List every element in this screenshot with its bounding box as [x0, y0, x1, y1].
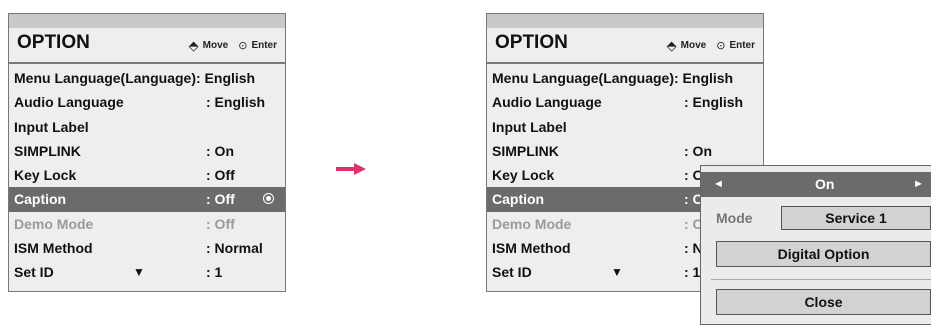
header-bar	[487, 14, 763, 28]
dpad-icon: ⬘	[188, 38, 199, 53]
menu-item-audio-language[interactable]: Audio Language : English	[9, 90, 285, 114]
mode-service-button[interactable]: Service 1	[781, 206, 931, 230]
dpad-icon: ⬘	[666, 38, 677, 53]
menu-item-value: : 1	[684, 264, 701, 281]
menu-item-value: : English	[684, 94, 744, 111]
scroll-down-icon[interactable]: ▼	[611, 266, 623, 278]
caption-popup: ◄ On ► Mode Service 1 Digital Option Clo…	[700, 165, 931, 325]
menu-item-label: Audio Language	[14, 94, 124, 111]
nav-hint: ⬘ Move ⊙ Enter	[667, 39, 755, 52]
menu-item-label: Demo Mode	[492, 215, 572, 232]
menu-item-label: Set ID	[14, 264, 54, 281]
menu-item-value: : On	[206, 142, 234, 159]
menu-item-menu-language[interactable]: Menu Language(Language): English	[9, 66, 285, 90]
menu-item-demo-mode: Demo Mode : Off	[9, 212, 285, 236]
divider	[711, 279, 931, 280]
close-button[interactable]: Close	[716, 289, 931, 315]
enter-icon: ⊙	[238, 40, 248, 52]
right-arrow-icon[interactable]: ►	[913, 172, 924, 197]
menu-item-label: Input Label	[492, 118, 567, 135]
caption-value: On	[815, 176, 835, 192]
menu-item-value: : Off	[206, 191, 235, 208]
hint-enter-label: Enter	[251, 40, 277, 51]
enter-radio-icon	[263, 193, 274, 205]
menu-item-value: : Off	[206, 167, 235, 184]
option-list: Menu Language(Language): English Audio L…	[9, 66, 285, 285]
menu-item-label: Menu Language(Language): English	[14, 70, 256, 86]
caption-value-selector[interactable]: ◄ On ►	[701, 172, 931, 197]
nav-hint: ⬘ Move ⊙ Enter	[189, 39, 277, 52]
menu-item-label: ISM Method	[492, 240, 571, 257]
option-menu-left: OPTION ⬘ Move ⊙ Enter Menu Language(Lang…	[8, 13, 286, 292]
right-arrow-icon	[336, 163, 366, 175]
menu-item-input-label[interactable]: Input Label	[487, 115, 763, 139]
menu-item-label: Caption	[14, 191, 67, 208]
menu-item-key-lock[interactable]: Key Lock : Off	[9, 163, 285, 187]
header-bar	[9, 14, 285, 28]
menu-item-simplink[interactable]: SIMPLINK : On	[487, 139, 763, 163]
menu-item-menu-language[interactable]: Menu Language(Language): English	[487, 66, 763, 90]
enter-icon: ⊙	[716, 40, 726, 52]
menu-item-label: ISM Method	[14, 240, 93, 257]
menu-item-label: Key Lock	[492, 167, 555, 184]
menu-item-label: Demo Mode	[14, 215, 94, 232]
menu-item-label: SIMPLINK	[14, 142, 81, 159]
digital-option-button[interactable]: Digital Option	[716, 241, 931, 267]
divider	[487, 62, 763, 64]
menu-item-label: Menu Language(Language): English	[492, 70, 734, 86]
scroll-down-icon[interactable]: ▼	[133, 266, 145, 278]
menu-item-label: Input Label	[14, 118, 89, 135]
menu-item-value: : 1	[206, 264, 223, 281]
hint-enter-label: Enter	[729, 40, 755, 51]
menu-item-value: : Off	[206, 215, 235, 232]
menu-item-simplink[interactable]: SIMPLINK : On	[9, 139, 285, 163]
menu-item-label: SIMPLINK	[492, 142, 559, 159]
menu-item-caption[interactable]: Caption : Off	[9, 187, 285, 212]
hint-move-label: Move	[202, 40, 229, 51]
menu-title: OPTION	[17, 32, 90, 53]
hint-move-label: Move	[680, 40, 707, 51]
menu-item-value: : English	[206, 94, 266, 111]
menu-item-label: Set ID	[492, 264, 532, 281]
menu-title: OPTION	[495, 32, 568, 53]
menu-item-audio-language[interactable]: Audio Language : English	[487, 90, 763, 114]
menu-item-ism-method[interactable]: ISM Method : Normal	[9, 236, 285, 260]
menu-item-value: : On	[684, 142, 712, 159]
menu-item-label: Caption	[492, 191, 545, 208]
menu-item-value: : Normal	[206, 240, 263, 257]
left-arrow-icon[interactable]: ◄	[713, 172, 724, 197]
mode-label: Mode	[716, 210, 753, 226]
divider	[9, 62, 285, 64]
menu-item-set-id[interactable]: Set ID : 1	[9, 260, 285, 284]
menu-item-label: Audio Language	[492, 94, 602, 111]
menu-item-label: Key Lock	[14, 167, 77, 184]
menu-item-input-label[interactable]: Input Label	[9, 115, 285, 139]
